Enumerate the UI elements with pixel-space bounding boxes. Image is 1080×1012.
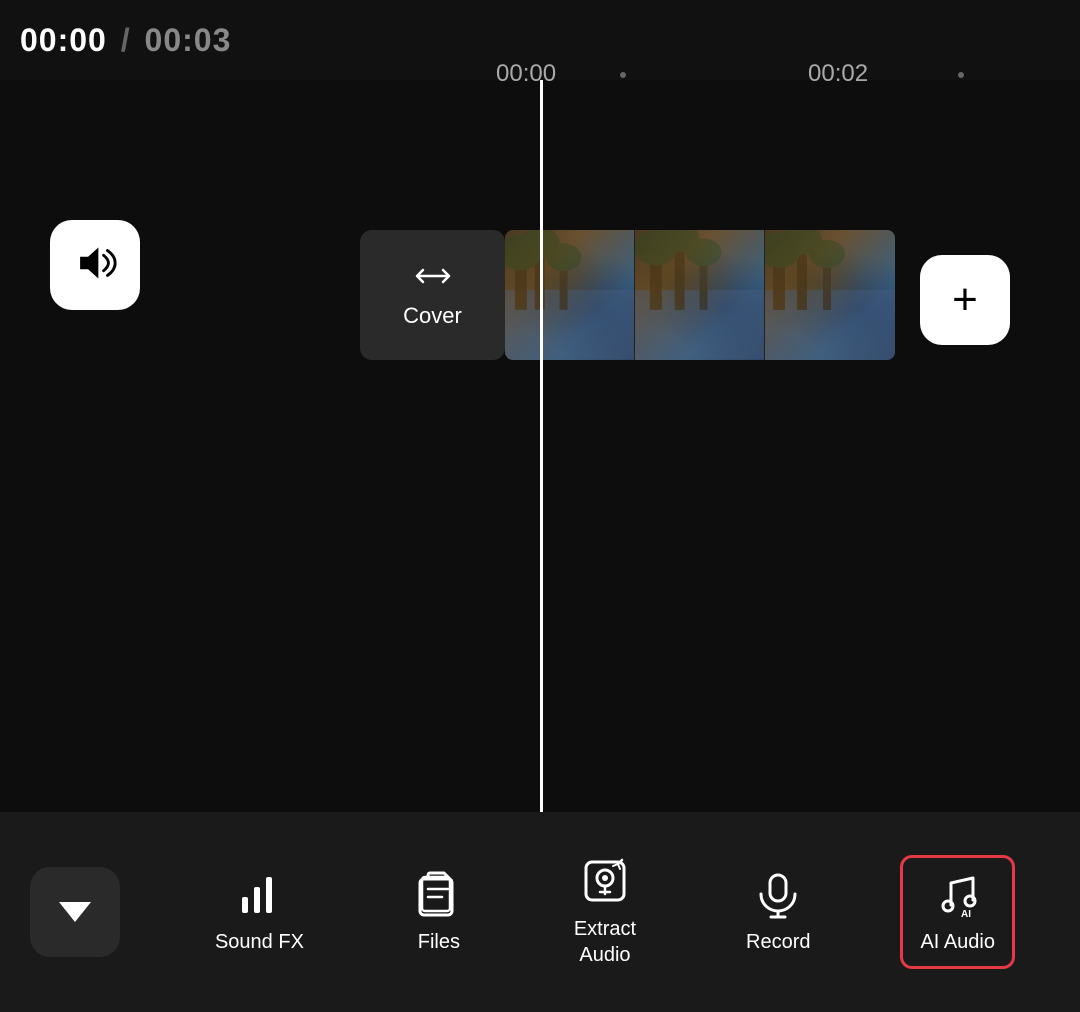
toolbar-item-ai-audio[interactable]: AI AI Audio [900, 855, 1015, 969]
toolbar-items: Sound FX Files Extra [160, 842, 1050, 982]
record-icon [753, 869, 803, 919]
extract-audio-label: ExtractAudio [574, 916, 636, 968]
files-icon [414, 869, 464, 919]
ai-audio-label: AI Audio [920, 929, 995, 955]
ruler-dot-1 [620, 72, 626, 78]
volume-icon [71, 239, 119, 292]
bottom-toolbar: Sound FX Files Extra [0, 812, 1080, 1012]
extract-audio-icon [580, 856, 630, 906]
video-frame-2 [635, 230, 765, 360]
cover-clip[interactable]: Cover [360, 230, 505, 360]
video-frame-3 [765, 230, 895, 360]
volume-button[interactable] [50, 220, 140, 310]
ruler-time-2: 00:02 [808, 60, 868, 88]
plus-icon: + [952, 278, 978, 322]
collapse-button[interactable] [30, 867, 120, 957]
toolbar-item-files[interactable]: Files [394, 855, 484, 969]
sound-fx-label: Sound FX [215, 929, 304, 955]
add-clip-button[interactable]: + [920, 255, 1010, 345]
timeline-ruler: 00:00 00:02 [0, 30, 1080, 80]
record-label: Record [746, 929, 810, 955]
ruler-dot-2 [958, 72, 964, 78]
video-strip [505, 230, 895, 360]
video-frame-1 [505, 230, 635, 360]
ai-audio-icon: AI [933, 869, 983, 919]
files-label: Files [418, 929, 460, 955]
toolbar-item-extract-audio[interactable]: ExtractAudio [554, 842, 656, 982]
chevron-down-icon [59, 902, 91, 922]
timeline-area: Cover [0, 80, 1080, 812]
svg-text:AI: AI [961, 909, 971, 919]
sound-fx-icon [234, 869, 284, 919]
ruler-time-0: 00:00 [496, 60, 556, 88]
cover-label: Cover [403, 303, 462, 329]
playhead [540, 80, 543, 812]
cover-arrows-icon [413, 262, 453, 295]
toolbar-item-sound-fx[interactable]: Sound FX [195, 855, 324, 969]
toolbar-item-record[interactable]: Record [726, 855, 830, 969]
